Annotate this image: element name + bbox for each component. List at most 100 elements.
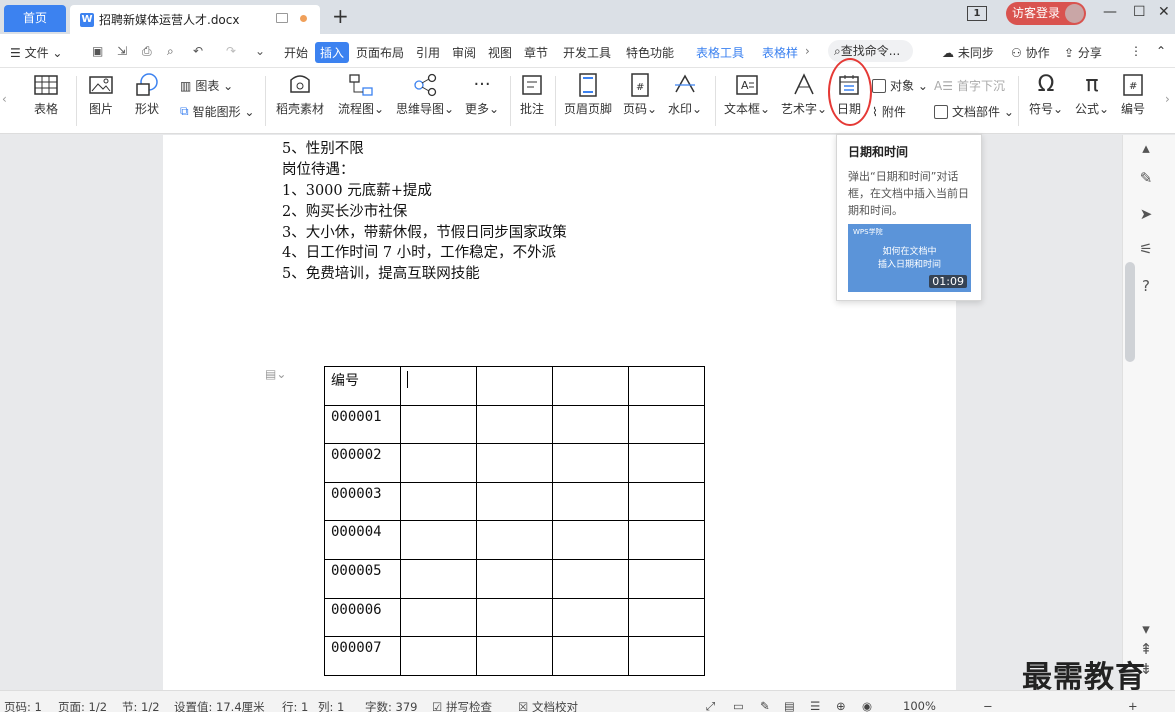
table-cell[interactable] (552, 520, 629, 560)
save-icon[interactable]: ▣ (92, 44, 103, 58)
document-table[interactable]: 编号 000001 000002 000003 000004 000005 00… (324, 366, 705, 676)
table-cell[interactable] (552, 558, 629, 599)
table-cell[interactable]: 000001 (324, 404, 401, 445)
table-cell[interactable] (400, 520, 477, 560)
menu-features[interactable]: 特色功能 (626, 44, 674, 61)
new-tab-button[interactable]: + (332, 4, 349, 28)
scroll-up-icon[interactable]: ▴ (1137, 139, 1155, 157)
preview-icon[interactable]: ⌕ (167, 44, 174, 59)
visitor-login-button[interactable]: 访客登录 (1006, 2, 1086, 25)
menu-table-tools[interactable]: 表格工具 (696, 44, 744, 61)
table-cell[interactable]: 000004 (324, 520, 401, 560)
table-cell[interactable] (400, 481, 477, 522)
sync-status[interactable]: ☁ 未同步 (942, 44, 994, 61)
numbering-button[interactable]: # 编号 (1120, 72, 1146, 117)
command-search[interactable]: ⌕查找命令... (828, 40, 913, 62)
attachment-button[interactable]: ⌇ 附件 (872, 103, 906, 120)
table-cell[interactable] (400, 443, 477, 483)
collaborate-button[interactable]: ⚇ 协作 (1011, 44, 1050, 61)
outline-view-icon[interactable]: ☰ (810, 699, 820, 712)
page-view-icon[interactable]: ▤ (784, 699, 795, 712)
table-cell[interactable] (628, 520, 705, 560)
comment-button[interactable]: 批注 (519, 72, 545, 117)
pen-icon[interactable]: ✎ (1137, 169, 1155, 187)
table-cell[interactable] (552, 597, 629, 638)
status-words[interactable]: 字数: 379 (365, 699, 417, 712)
monitor-icon[interactable] (276, 13, 288, 23)
doc-check-button[interactable]: ☒ 文档校对 (518, 699, 578, 712)
collapse-ribbon-icon[interactable]: ⌃ (1156, 44, 1166, 58)
eye-protect-icon[interactable]: ◉ (862, 699, 872, 712)
table-cell[interactable] (552, 481, 629, 522)
menu-developer[interactable]: 开发工具 (563, 44, 611, 61)
table-cell[interactable] (400, 558, 477, 599)
table-cell[interactable]: 000007 (324, 636, 401, 676)
drop-cap-button[interactable]: A☰ 首字下沉 (934, 77, 1005, 94)
table-cell[interactable]: 编号 (324, 366, 401, 406)
symbol-button[interactable]: Ω 符号⌄ (1029, 72, 1063, 117)
table-cell[interactable] (628, 443, 705, 483)
chart-button[interactable]: ▥ 图表 ⌄ (180, 77, 233, 94)
menu-review[interactable]: 审阅 (452, 44, 476, 61)
more-button[interactable]: ··· 更多⌄ (465, 72, 499, 117)
table-cell[interactable] (476, 366, 553, 406)
status-page-code[interactable]: 页码: 1 (4, 699, 42, 712)
table-button[interactable]: 表格 (33, 72, 59, 117)
document-tab[interactable]: W 招聘新媒体运营人才.docx (70, 5, 320, 34)
table-cell[interactable]: 000005 (324, 558, 401, 599)
menu-chapter[interactable]: 章节 (524, 44, 548, 61)
status-row[interactable]: 行: 1 (282, 699, 308, 712)
picture-button[interactable]: 图片 (88, 72, 114, 117)
pen-mode-icon[interactable]: ✎ (760, 699, 770, 712)
status-position[interactable]: 设置值: 17.4厘米 (174, 699, 265, 712)
ribbon-scroll-right-icon[interactable]: › (1165, 92, 1170, 106)
table-cell[interactable] (628, 558, 705, 599)
home-tab[interactable]: 首页 (4, 5, 66, 32)
table-cell[interactable] (476, 558, 553, 599)
quick-access-dropdown-icon[interactable]: ⌄ (255, 44, 265, 58)
page-number-button[interactable]: # 页码⌄ (623, 72, 657, 117)
cursor-select-icon[interactable]: ➤ (1137, 205, 1155, 223)
table-cell[interactable] (552, 443, 629, 483)
redo-icon[interactable]: ↷ (226, 44, 236, 58)
table-cell[interactable] (628, 366, 705, 406)
close-icon[interactable]: ✕ (1158, 4, 1170, 20)
maximize-icon[interactable]: ☐ (1133, 4, 1146, 20)
table-cell[interactable] (400, 597, 477, 638)
menu-page-layout[interactable]: 页面布局 (356, 44, 404, 61)
document-part-button[interactable]: 文档部件 ⌄ (934, 103, 1014, 120)
table-cell[interactable] (628, 636, 705, 676)
table-cell[interactable] (552, 404, 629, 445)
tutorial-video-thumbnail[interactable]: WPS学院 如何在文档中 插入日期和时间 01:09 (848, 224, 971, 292)
table-cell[interactable] (476, 636, 553, 676)
scroll-down-icon[interactable]: ▾ (1137, 620, 1155, 638)
menu-table-style[interactable]: 表格样 (762, 44, 798, 61)
shape-button[interactable]: 形状 (134, 72, 160, 117)
docer-material-button[interactable]: 稻壳素材 (276, 72, 324, 117)
formula-button[interactable]: π 公式⌄ (1075, 72, 1109, 117)
table-cell[interactable] (476, 404, 553, 445)
table-cell[interactable] (400, 366, 477, 406)
menu-reference[interactable]: 引用 (416, 44, 440, 61)
table-cell[interactable] (400, 636, 477, 676)
undo-icon[interactable]: ↶ (193, 44, 203, 58)
file-menu[interactable]: ☰ 文件 ⌄ (10, 44, 62, 61)
menu-scroll-right-icon[interactable]: › (805, 44, 810, 58)
flowchart-button[interactable]: 流程图⌄ (338, 72, 384, 117)
more-options-icon[interactable]: ⋮ (1130, 44, 1142, 58)
adjust-settings-icon[interactable]: ⚟ (1137, 240, 1155, 258)
vertical-scrollbar[interactable] (1125, 262, 1135, 362)
table-handle-icon[interactable]: ▤⌄ (265, 367, 286, 381)
wordart-button[interactable]: 艺术字⌄ (781, 72, 827, 117)
menu-start[interactable]: 开始 (284, 44, 308, 61)
zoom-level[interactable]: 100% (903, 699, 936, 712)
minimize-icon[interactable]: — (1103, 4, 1117, 20)
table-cell[interactable]: 000003 (324, 481, 401, 522)
zoom-in-icon[interactable]: + (1128, 699, 1138, 712)
view-mode-icon[interactable]: ▭ (733, 699, 744, 712)
table-cell[interactable] (476, 597, 553, 638)
table-cell[interactable]: 000006 (324, 597, 401, 638)
print-icon[interactable]: ⎙ (142, 44, 152, 59)
menu-insert[interactable]: 插入 (315, 42, 350, 63)
watermark-button[interactable]: 水印⌄ (668, 72, 702, 117)
